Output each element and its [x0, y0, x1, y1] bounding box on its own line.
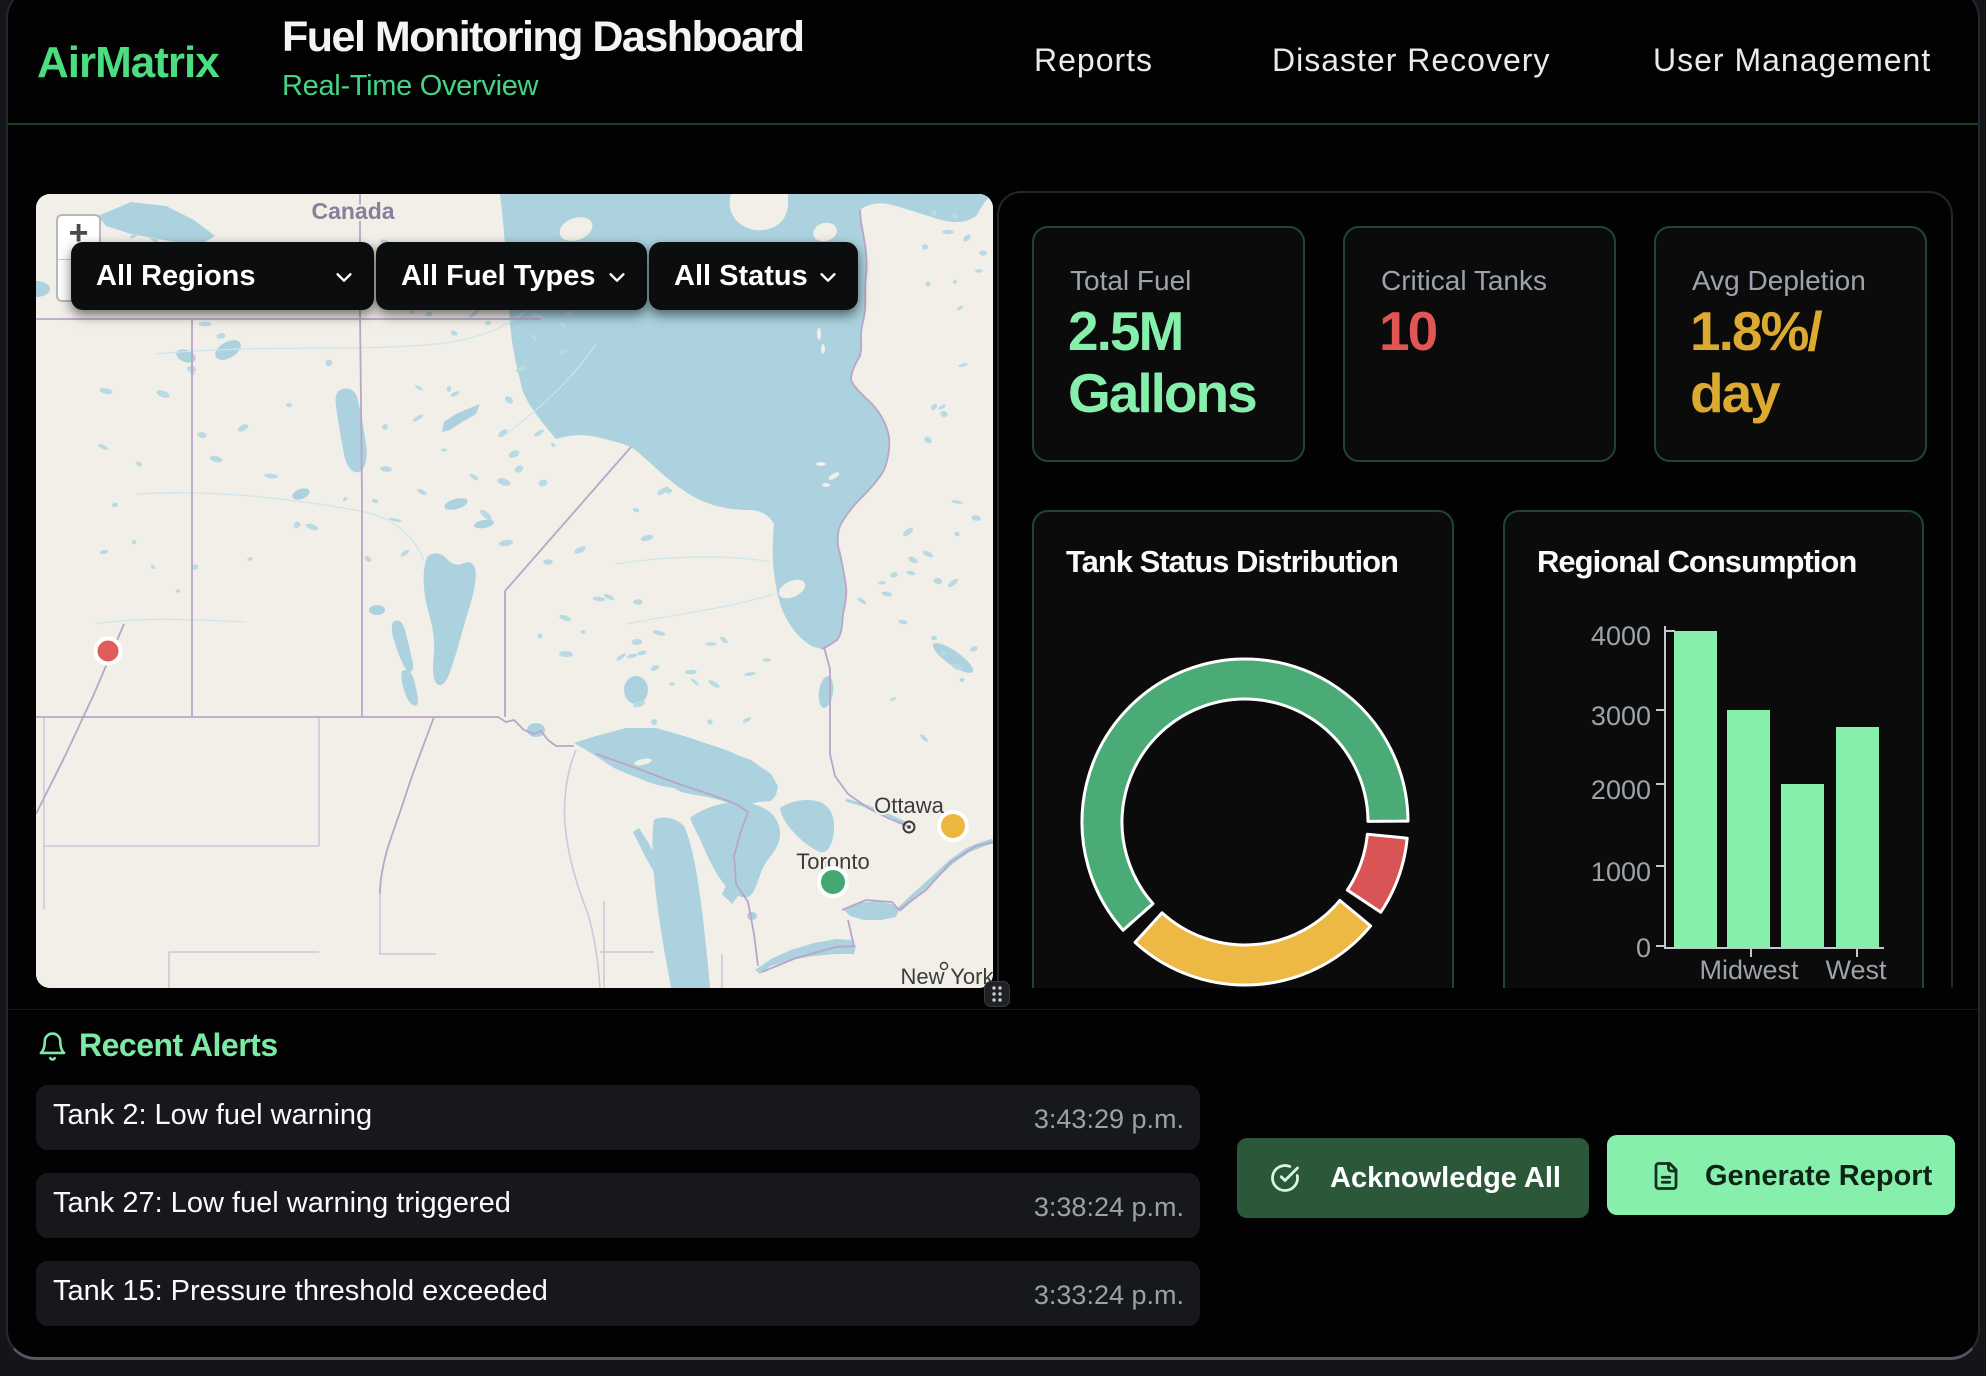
svg-text:4000: 4000	[1591, 621, 1651, 651]
svg-text:0: 0	[1636, 933, 1651, 963]
svg-text:West: West	[1825, 955, 1887, 985]
svg-text:1000: 1000	[1591, 857, 1651, 887]
svg-text:2000: 2000	[1591, 775, 1651, 805]
svg-text:Midwest: Midwest	[1699, 955, 1799, 985]
svg-text:Ottawa: Ottawa	[874, 793, 944, 818]
svg-text:Canada: Canada	[311, 198, 394, 224]
svg-text:3000: 3000	[1591, 701, 1651, 731]
